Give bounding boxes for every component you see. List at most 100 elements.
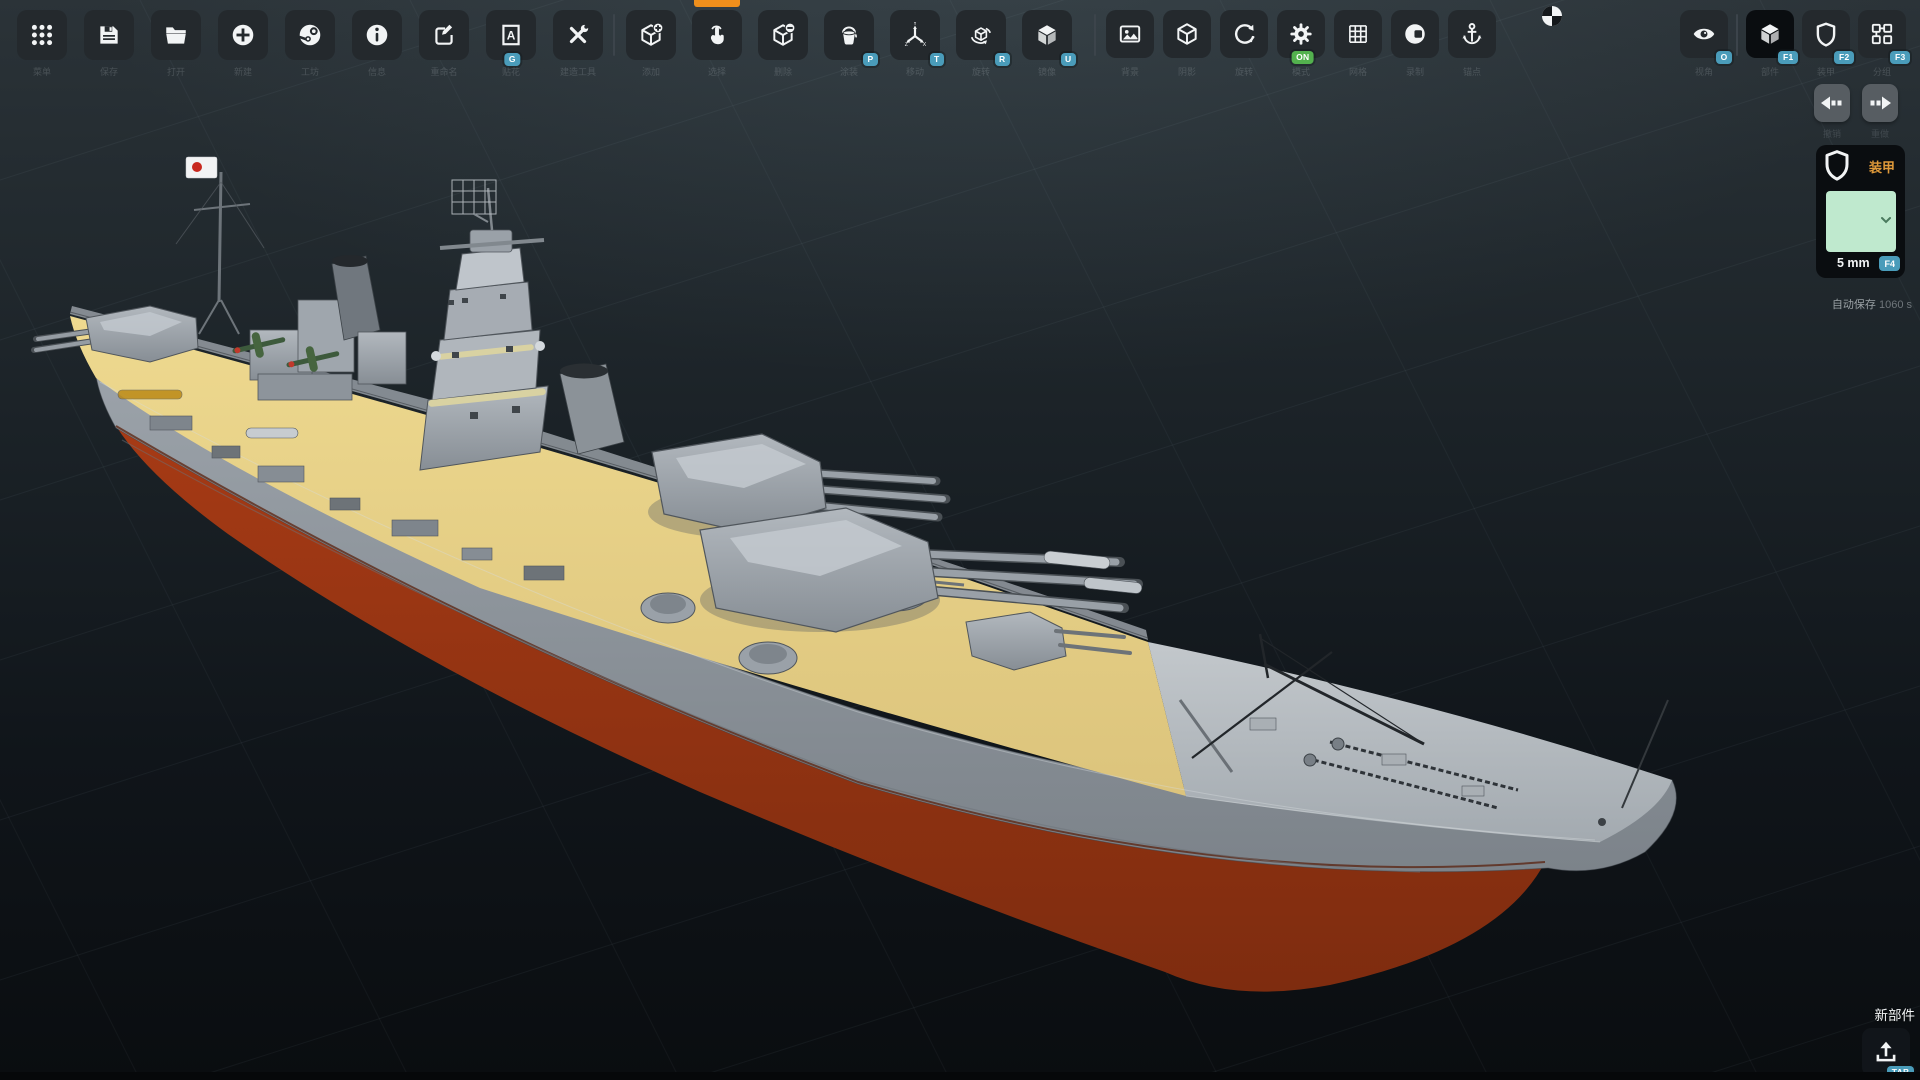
hotkey-badge: O (1716, 51, 1732, 65)
toolbar-separator (613, 14, 615, 56)
edit-button[interactable]: 重命名 (419, 10, 469, 60)
save-icon (96, 22, 122, 48)
gear-button[interactable]: ON模式 (1277, 10, 1325, 58)
shield-icon (1822, 149, 1852, 188)
active-tool-indicator (694, 0, 740, 7)
cube-outline-button[interactable]: 阴影 (1163, 10, 1211, 58)
axis-move-button[interactable]: YZXT移动 (890, 10, 940, 60)
redo-button[interactable]: 重做 (1862, 84, 1898, 122)
svg-text:Y: Y (913, 22, 917, 27)
armor-panel-title: 装甲 (1869, 157, 1895, 176)
info-icon (364, 22, 390, 48)
eye-button[interactable]: O视角 (1680, 10, 1728, 58)
cube-solid-button[interactable]: U镜像 (1022, 10, 1072, 60)
toolbar-group-file: 菜单保存打开新建工坊信息重命名 AG贴花建造工具 (17, 10, 603, 60)
undo-label: 撤销 (1823, 127, 1841, 140)
aft-turret (34, 306, 198, 362)
armor-thickness-value: 5 mm (1837, 256, 1870, 270)
ship-boats (1044, 551, 1143, 594)
redo-label: 重做 (1871, 127, 1889, 140)
cube-solid-icon (1757, 21, 1783, 47)
hand-select-button[interactable]: 选择 (692, 10, 742, 60)
grid-icon (1345, 21, 1371, 47)
steam-icon (297, 22, 323, 48)
undo-button[interactable]: 撤销 (1814, 84, 1850, 122)
hotkey-badge: F1 (1778, 51, 1798, 65)
cube-remove-icon (770, 22, 796, 48)
tools-button[interactable]: 建造工具 (553, 10, 603, 60)
toolbar-group-view: 背景 阴影旋转ON模式网格录制锚点 (1106, 10, 1496, 58)
eye-icon (1691, 21, 1717, 47)
gear-icon (1288, 21, 1314, 47)
undo-arrow-icon (1821, 95, 1843, 111)
tools-icon (565, 22, 591, 48)
autosave-label: 自动保存 (1832, 299, 1876, 311)
paint-bucket-button[interactable]: P涂装 (824, 10, 874, 60)
cube-add-button[interactable]: 添加 (626, 10, 676, 60)
shield-icon (1813, 21, 1839, 47)
hotkey-badge: F3 (1890, 51, 1910, 65)
cube-rotate-button[interactable]: R旋转 (956, 10, 1006, 60)
toolbar-group-edit: 添加选择 删除P涂装YZXT移动R旋转U镜像 (626, 10, 1072, 60)
pivot-indicator-icon (1540, 4, 1564, 28)
apps-menu-button[interactable]: 菜单 (17, 10, 67, 60)
autosave-value: 1060 s (1879, 299, 1912, 311)
save-button[interactable]: 保存 (84, 10, 134, 60)
cube-rotate-icon (968, 22, 994, 48)
steam-button[interactable]: 工坊 (285, 10, 335, 60)
new-plus-icon (230, 22, 256, 48)
cube-solid-icon (1034, 22, 1060, 48)
paint-bucket-icon (836, 22, 862, 48)
record-button[interactable]: 录制 (1391, 10, 1439, 58)
cube-remove-button[interactable]: 删除 (758, 10, 808, 60)
new-part-button[interactable]: TAB (1862, 1028, 1910, 1076)
hotkey-badge: R (995, 53, 1010, 67)
new-plus-button[interactable]: 新建 (218, 10, 268, 60)
svg-text:X: X (923, 42, 927, 48)
viewport-3d-scene[interactable] (0, 0, 1920, 1080)
auto-rotate-icon (1231, 21, 1257, 47)
folder-open-icon (163, 22, 189, 48)
history-controls: 撤销 重做 (1814, 84, 1898, 122)
shield-button[interactable]: F2装甲 (1802, 10, 1850, 58)
cube-outline-icon (1174, 21, 1200, 47)
auto-rotate-button[interactable]: 旋转 (1220, 10, 1268, 58)
autosave-status: 自动保存 1060 s (1832, 296, 1912, 312)
background-image-button[interactable]: 背景 (1106, 10, 1154, 58)
parts-grid-icon (1869, 21, 1895, 47)
record-icon (1402, 21, 1428, 47)
bottom-strip (0, 1072, 1920, 1080)
upload-arrow-icon (1873, 1039, 1899, 1065)
armor-material-swatch[interactable] (1826, 191, 1896, 252)
cube-solid-button[interactable]: F1部件 (1746, 10, 1794, 58)
folder-open-button[interactable]: 打开 (151, 10, 201, 60)
hotkey-badge: U (1061, 53, 1076, 67)
decal-a-button[interactable]: AG贴花 (486, 10, 536, 60)
axis-move-icon: Y Z X (902, 22, 928, 48)
parts-grid-button[interactable]: F3分组 (1858, 10, 1906, 58)
toolbar-group-modes: O视角 F1部件F2装甲F3分组 (1680, 10, 1906, 58)
chevron-down-icon (1881, 215, 1891, 225)
hotkey-badge: ON (1292, 51, 1314, 65)
redo-arrow-icon (1869, 95, 1891, 111)
armor-panel: 装甲 5 mm F4 (1816, 145, 1905, 278)
armor-hotkey-badge: F4 (1879, 256, 1900, 271)
ship-model-render (0, 0, 1920, 1080)
toolbar-separator (1094, 14, 1096, 56)
aft-mast (176, 157, 264, 334)
edit-icon (431, 22, 457, 48)
svg-text:Z: Z (905, 42, 909, 48)
svg-text:A: A (507, 28, 516, 42)
hotkey-badge: F2 (1834, 51, 1854, 65)
decal-a-icon: A (498, 22, 524, 48)
pagoda-tower (420, 180, 548, 470)
hotkey-badge: P (863, 53, 878, 67)
cube-add-icon (638, 22, 664, 48)
info-button[interactable]: 信息 (352, 10, 402, 60)
aft-superstructure (230, 255, 406, 400)
new-part-label: 新部件 (1875, 1004, 1916, 1024)
grid-button[interactable]: 网格 (1334, 10, 1382, 58)
hotkey-badge: G (504, 53, 520, 67)
hotkey-badge: T (930, 53, 945, 67)
anchor-button[interactable]: 锚点 (1448, 10, 1496, 58)
